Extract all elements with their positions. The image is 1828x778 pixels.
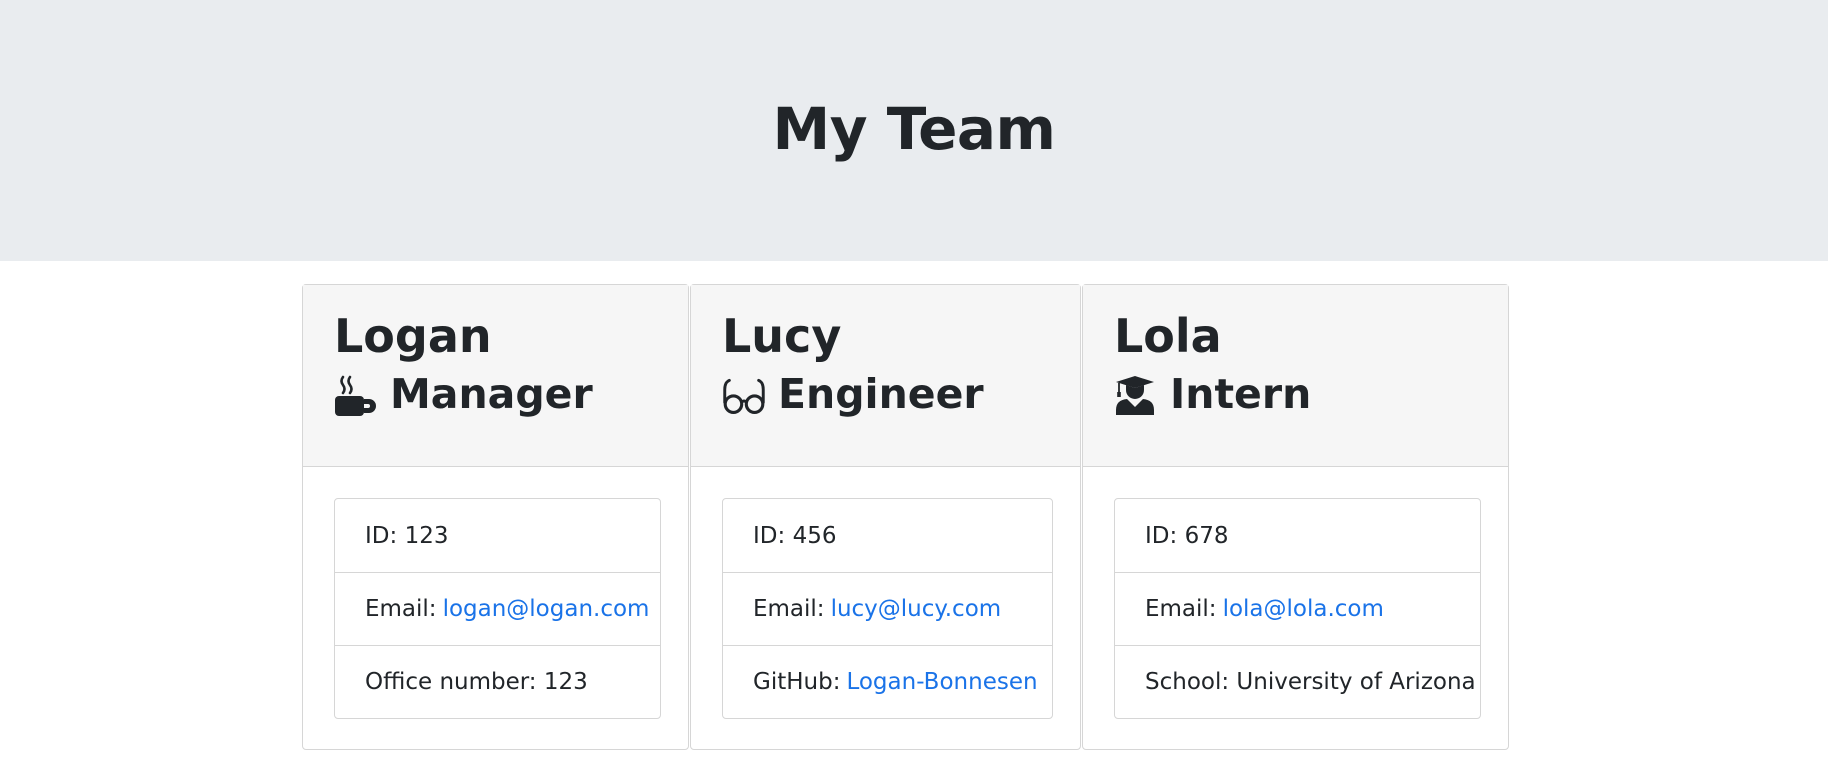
- info-list: ID: 123 Email: logan@logan.com Office num…: [334, 498, 661, 719]
- email-link[interactable]: logan@logan.com: [443, 596, 650, 622]
- card-header: Lucy Engineer: [691, 285, 1080, 467]
- github-link[interactable]: Logan-Bonnesen: [846, 669, 1037, 695]
- info-email: Email: lola@lola.com: [1115, 572, 1480, 645]
- card-header: Lola Intern: [1083, 285, 1508, 467]
- role-label: Engineer: [778, 370, 984, 419]
- graduate-icon: [1114, 373, 1158, 417]
- employee-name: Lucy: [722, 309, 842, 363]
- email-link[interactable]: lola@lola.com: [1223, 596, 1384, 622]
- id-label: ID:: [1145, 522, 1178, 549]
- employee-role: Manager: [334, 373, 657, 417]
- info-email: Email: logan@logan.com: [335, 572, 660, 645]
- id-value: 456: [792, 522, 837, 549]
- info-email: Email: lucy@lucy.com: [723, 572, 1052, 645]
- page-title: My Team: [772, 94, 1057, 163]
- info-github: GitHub: Logan-Bonnesen: [723, 645, 1052, 718]
- info-id: ID: 123: [335, 499, 660, 572]
- info-id: ID: 456: [723, 499, 1052, 572]
- team-cards: Logan Manager ID: 123 Email: logan@logan…: [302, 284, 1509, 750]
- github-label: GitHub:: [753, 669, 841, 695]
- info-id: ID: 678: [1115, 499, 1480, 572]
- glasses-icon: [722, 373, 766, 417]
- role-label: Intern: [1170, 370, 1312, 419]
- employee-card-manager: Logan Manager ID: 123 Email: logan@logan…: [302, 284, 689, 750]
- card-body: ID: 456 Email: lucy@lucy.com GitHub: Logan…: [691, 467, 1080, 719]
- email-label: Email:: [753, 596, 825, 622]
- school-label: School:: [1145, 669, 1230, 695]
- id-value: 123: [404, 522, 449, 549]
- card-body: ID: 123 Email: logan@logan.com Office num…: [303, 467, 688, 719]
- email-label: Email:: [365, 596, 437, 622]
- info-list: ID: 678 Email: lola@lola.com School: Univ…: [1114, 498, 1481, 719]
- id-label: ID:: [753, 522, 786, 549]
- employee-card-intern: Lola Intern ID: 678 Email: lola@lola.com…: [1082, 284, 1509, 750]
- card-header: Logan Manager: [303, 285, 688, 467]
- card-body: ID: 678 Email: lola@lola.com School: Univ…: [1083, 467, 1508, 719]
- page-header: My Team: [0, 0, 1828, 261]
- email-link[interactable]: lucy@lucy.com: [831, 596, 1002, 622]
- coffee-mug-icon: [334, 373, 378, 417]
- role-label: Manager: [390, 370, 593, 419]
- email-label: Email:: [1145, 596, 1217, 622]
- office-value: 123: [543, 669, 588, 695]
- employee-card-engineer: Lucy Engineer ID: 456 Email: lucy@lucy.c…: [690, 284, 1081, 750]
- employee-role: Engineer: [722, 373, 1049, 417]
- employee-role: Intern: [1114, 373, 1477, 417]
- employee-name: Lola: [1114, 309, 1222, 363]
- info-school: School: University of Arizona: [1115, 645, 1480, 718]
- info-office-number: Office number: 123: [335, 645, 660, 718]
- office-label: Office number:: [365, 669, 537, 695]
- id-label: ID:: [365, 522, 398, 549]
- info-list: ID: 456 Email: lucy@lucy.com GitHub: Logan…: [722, 498, 1053, 719]
- id-value: 678: [1184, 522, 1229, 549]
- employee-name: Logan: [334, 309, 492, 363]
- school-value: University of Arizona: [1236, 669, 1476, 695]
